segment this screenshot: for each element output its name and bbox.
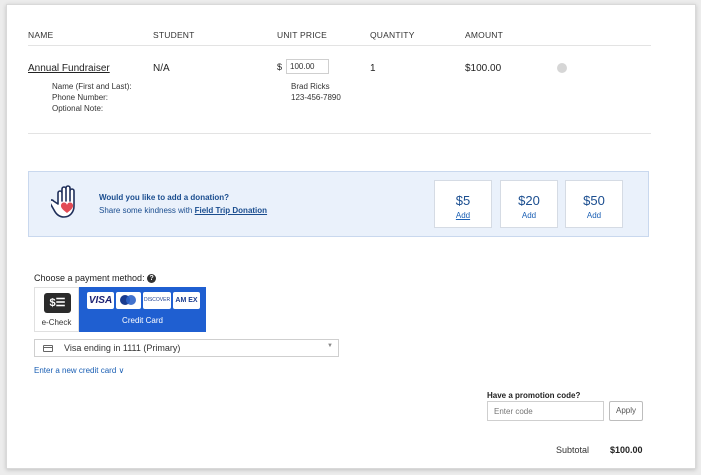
echeck-icon: $☰ [44,293,71,313]
echeck-label: e-Check [41,318,72,327]
donation-add-link[interactable]: Add [566,211,622,220]
item-fields: Name (First and Last): Phone Number: Opt… [52,81,132,114]
donation-amount: $50 [583,193,605,208]
saved-card-select[interactable]: Visa ending in 1111 (Primary) ▼ [34,339,339,357]
header-divider [28,45,651,46]
donation-amount: $5 [455,193,471,208]
chevron-down-icon: ∨ [118,366,125,375]
item-field-values: Brad Ricks 123-456-7890 [291,81,341,103]
field-trip-donation-link[interactable]: Field Trip Donation [195,206,267,215]
echeck-option[interactable]: $☰ e-Check [34,287,79,332]
field-label-note: Optional Note: [52,104,104,113]
payment-method-text: Choose a payment method: [34,273,145,283]
new-card-link-text: Enter a new credit card [34,366,117,375]
currency-symbol: $ [277,62,283,72]
header-name: NAME [28,30,54,40]
apply-button[interactable]: Apply [609,401,643,421]
donation-prompt-text: Share some kindness with [99,206,195,215]
unit-price-input[interactable] [286,59,329,74]
mastercard-icon [116,292,141,309]
chevron-down-icon: ▼ [327,343,333,349]
visa-icon: VISA [87,292,114,309]
promo-label: Have a promotion code? [487,391,581,400]
credit-card-label: Credit Card [122,316,163,325]
field-label-phone: Phone Number: [52,93,109,102]
donation-banner: Would you like to add a donation? Share … [28,171,649,237]
item-amount: $100.00 [465,63,502,74]
subtotal-label: Subtotal [556,445,590,455]
row-divider [28,133,651,134]
field-value-phone: 123-456-7890 [291,93,341,102]
header-unit-price: UNIT PRICE [277,30,328,40]
item-name-link[interactable]: Annual Fundraiser [28,63,110,74]
checkout-card: NAME STUDENT UNIT PRICE QUANTITY AMOUNT … [6,4,696,469]
donation-option-20[interactable]: $20 Add [500,180,558,228]
promo-code-input[interactable] [487,401,604,421]
donation-option-5[interactable]: $5 Add [434,180,492,228]
hand-heart-icon [51,185,75,218]
donation-question: Would you like to add a donation? [99,193,230,202]
subtotal-value: $100.00 [610,445,643,455]
credit-card-option[interactable]: VISA DISCOVER AM EX Credit Card [79,287,206,332]
remove-item-icon[interactable] [557,63,567,73]
item-student: N/A [153,63,170,74]
help-icon[interactable]: ? [147,274,157,284]
donation-amount: $20 [518,193,540,208]
donation-option-50[interactable]: $50 Add [565,180,623,228]
donation-prompt: Share some kindness with Field Trip Dona… [99,206,267,215]
header-student: STUDENT [153,30,195,40]
field-label-name: Name (First and Last): [52,82,132,91]
field-value-name: Brad Ricks [291,82,330,91]
amex-icon: AM EX [173,292,200,309]
payment-method-label: Choose a payment method: ? [34,273,157,284]
item-quantity: 1 [370,63,376,74]
header-amount: AMOUNT [465,30,504,40]
donation-add-link[interactable]: Add [501,211,557,220]
credit-card-icon [43,345,53,352]
new-card-link[interactable]: Enter a new credit card ∨ [34,366,124,375]
donation-add-link[interactable]: Add [435,211,491,220]
selected-card-text: Visa ending in 1111 (Primary) [64,343,181,353]
discover-icon: DISCOVER [143,292,171,309]
header-quantity: QUANTITY [370,30,415,40]
